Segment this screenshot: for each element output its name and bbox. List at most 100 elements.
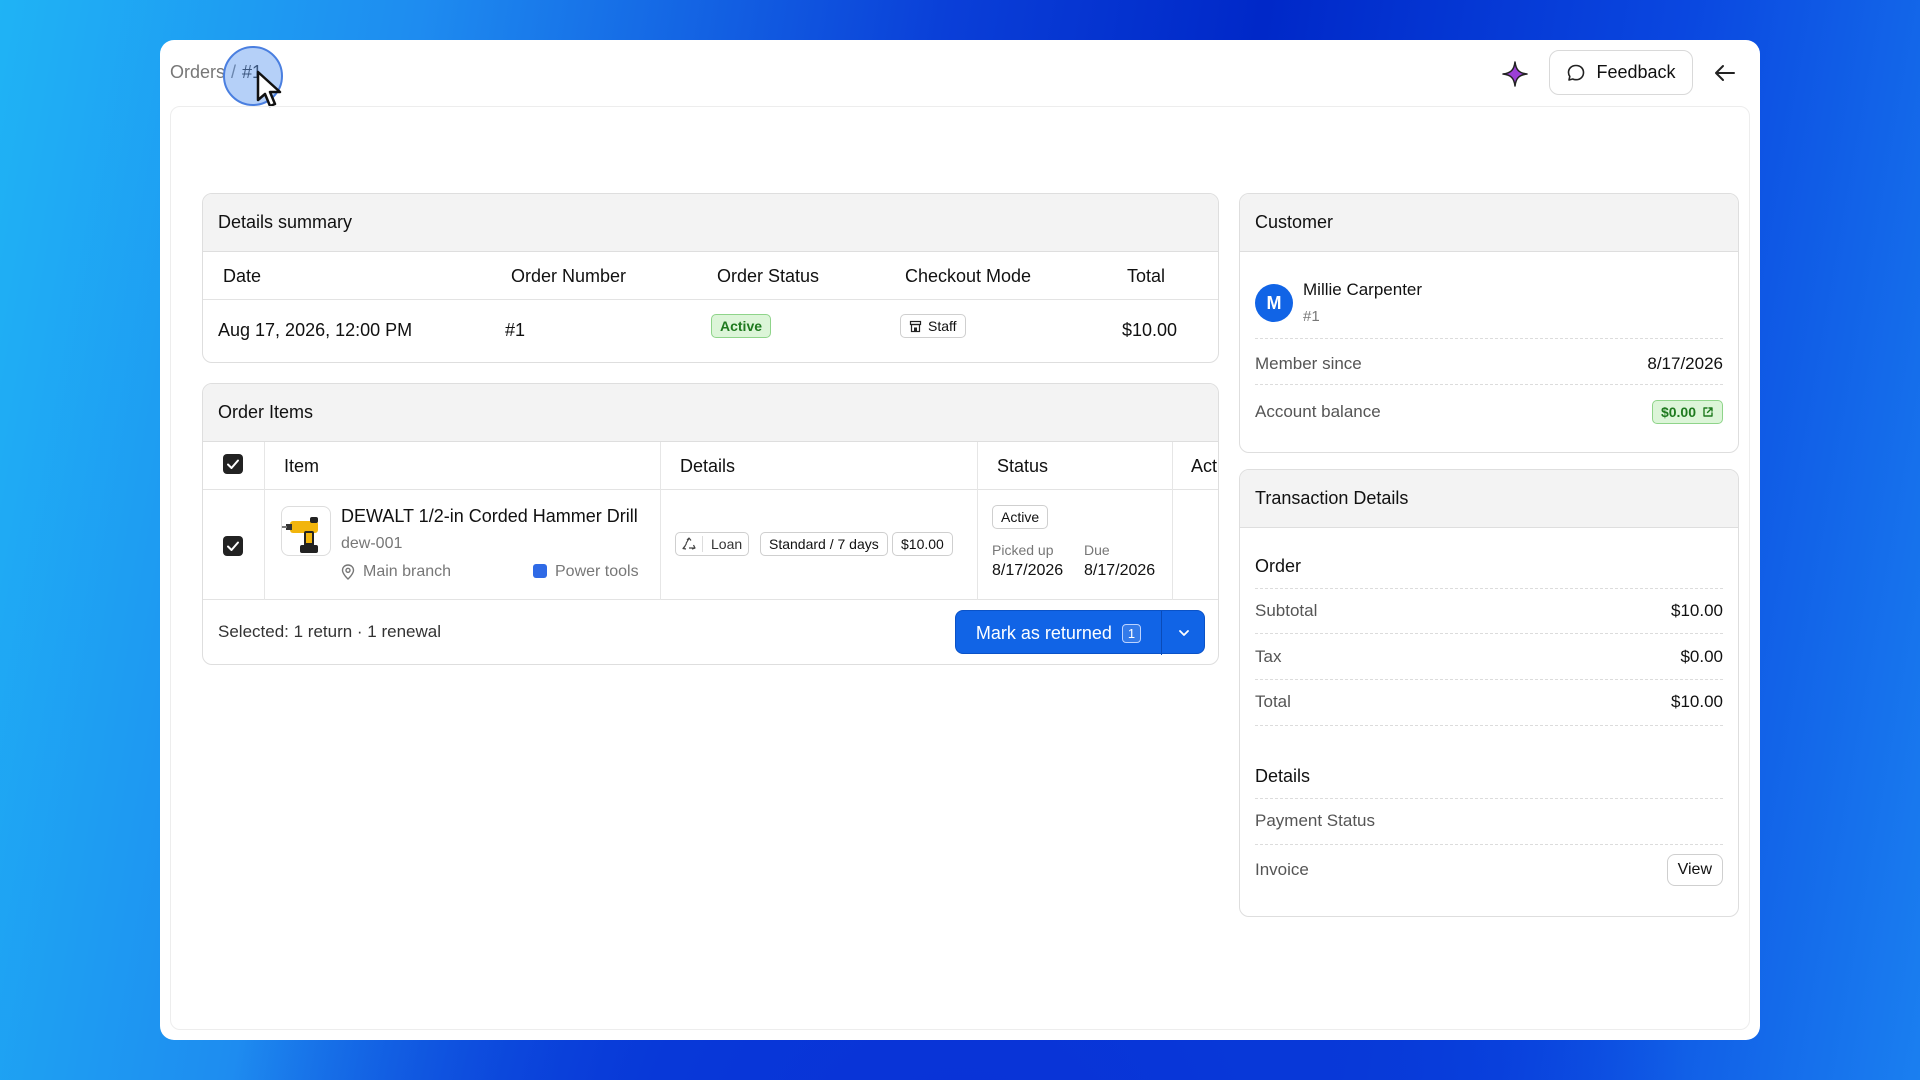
table-row: DEWALT 1/2-in Corded Hammer Drill dew-00… bbox=[203, 490, 1218, 600]
divider bbox=[1255, 633, 1723, 634]
account-balance-value: $0.00 bbox=[1660, 404, 1696, 420]
account-balance-badge[interactable]: $0.00 bbox=[1651, 400, 1723, 424]
order-status-badge: Active bbox=[711, 314, 772, 338]
mouse-pointer-icon bbox=[256, 70, 282, 108]
avatar: M bbox=[1255, 284, 1293, 322]
picked-up-label: Picked up bbox=[992, 542, 1054, 558]
order-items-card: Order Items Item Details Status Act DEWA… bbox=[202, 383, 1219, 665]
divider bbox=[1255, 725, 1723, 726]
col-date: Date bbox=[223, 266, 262, 286]
divider bbox=[1255, 798, 1723, 799]
column-divider bbox=[977, 490, 978, 600]
order-items-title: Order Items bbox=[203, 384, 1218, 442]
divider bbox=[1255, 588, 1723, 589]
customer-card: Customer M Millie Carpenter #1 Member si… bbox=[1239, 193, 1739, 453]
items-table-header: Item Details Status Act bbox=[203, 442, 1218, 490]
customer-title: Customer bbox=[1240, 194, 1738, 252]
column-divider bbox=[264, 490, 265, 600]
details-section-title: Details bbox=[1255, 766, 1311, 786]
column-divider bbox=[660, 490, 661, 600]
mark-as-returned-main[interactable]: Mark as returned 1 bbox=[956, 611, 1161, 655]
account-balance-row: Account balance $0.00 bbox=[1255, 398, 1723, 426]
column-divider bbox=[1172, 442, 1173, 490]
total-label: Total bbox=[1255, 692, 1291, 711]
customer-body: M Millie Carpenter #1 Member since 8/17/… bbox=[1240, 252, 1738, 452]
customer-name[interactable]: Millie Carpenter bbox=[1303, 280, 1422, 300]
column-divider bbox=[660, 442, 661, 490]
total-value: $10.00 bbox=[1671, 692, 1723, 711]
chat-bubble-icon bbox=[1568, 64, 1585, 81]
col-total: Total bbox=[1127, 266, 1166, 286]
col-item: Item bbox=[284, 456, 320, 476]
category-label: Power tools bbox=[555, 563, 639, 580]
customer-id: #1 bbox=[1303, 308, 1320, 325]
item-name[interactable]: DEWALT 1/2-in Corded Hammer Drill bbox=[341, 506, 638, 527]
account-balance-label: Account balance bbox=[1255, 402, 1381, 421]
col-checkout-mode: Checkout Mode bbox=[905, 266, 1032, 286]
summary-table-row: Aug 17, 2026, 12:00 PM #1 Active Staff $… bbox=[203, 300, 1218, 362]
app-window: Orders / #1 Feedback Details summary Dat… bbox=[160, 40, 1760, 1040]
col-status: Status bbox=[997, 456, 1049, 476]
arrow-left-icon[interactable] bbox=[1710, 58, 1740, 88]
details-summary-card: Details summary Date Order Number Order … bbox=[202, 193, 1219, 363]
order-total: $10.00 bbox=[1122, 320, 1178, 340]
top-bar: Orders / #1 Feedback bbox=[160, 40, 1760, 108]
external-link-icon bbox=[1703, 407, 1713, 417]
order-items-footer: Selected: 1 return · 1 renewal Mark as r… bbox=[203, 600, 1218, 664]
feedback-button[interactable]: Feedback bbox=[1549, 50, 1693, 95]
divider bbox=[1255, 384, 1723, 385]
loan-price-badge: $10.00 bbox=[892, 532, 953, 556]
category-color-swatch bbox=[533, 564, 547, 578]
member-since-label: Member since bbox=[1255, 354, 1362, 373]
item-category: Power tools bbox=[533, 563, 639, 581]
picked-up-date: 8/17/2026 bbox=[992, 562, 1064, 579]
mark-as-returned-label: Mark as returned bbox=[975, 622, 1112, 643]
sparkle-icon[interactable] bbox=[1500, 59, 1530, 89]
tax-row: Tax $0.00 bbox=[1255, 644, 1723, 670]
row-checkbox[interactable] bbox=[223, 536, 243, 556]
mark-as-returned-button[interactable]: Mark as returned 1 bbox=[955, 610, 1206, 655]
col-order-number: Order Number bbox=[511, 266, 627, 286]
loan-plan-badge: Standard / 7 days bbox=[760, 532, 888, 556]
recycle-icon bbox=[682, 537, 696, 550]
column-divider bbox=[977, 442, 978, 490]
breadcrumb-orders-link[interactable]: Orders bbox=[170, 62, 225, 83]
selection-count-badge: 1 bbox=[1121, 623, 1142, 643]
view-invoice-button[interactable]: View bbox=[1666, 854, 1723, 886]
checkout-mode-badge: Staff bbox=[900, 314, 966, 338]
col-order-status: Order Status bbox=[717, 266, 820, 286]
invoice-label: Invoice bbox=[1255, 860, 1309, 879]
select-all-checkbox[interactable] bbox=[223, 454, 243, 474]
member-since-value: 8/17/2026 bbox=[1647, 354, 1723, 373]
order-date: Aug 17, 2026, 12:00 PM bbox=[218, 320, 413, 340]
payment-status-row: Payment Status bbox=[1255, 808, 1723, 834]
location-label: Main branch bbox=[363, 563, 452, 580]
checkout-mode-label: Staff bbox=[928, 318, 957, 334]
chevron-down-icon bbox=[1179, 630, 1189, 636]
content-area: Details summary Date Order Number Order … bbox=[170, 106, 1750, 1030]
divider bbox=[1255, 679, 1723, 680]
more-actions-dropdown[interactable] bbox=[1162, 611, 1206, 655]
transaction-details-card: Transaction Details Order Subtotal $10.0… bbox=[1239, 469, 1739, 917]
check-icon bbox=[227, 541, 239, 551]
transaction-body: Order Subtotal $10.00 Tax $0.00 Total $1… bbox=[1240, 528, 1738, 916]
item-sku: dew-001 bbox=[341, 535, 403, 552]
order-section-title: Order bbox=[1255, 556, 1302, 576]
divider bbox=[1255, 844, 1723, 845]
product-thumbnail[interactable] bbox=[281, 506, 331, 556]
divider bbox=[1255, 338, 1723, 339]
summary-table-header: Date Order Number Order Status Checkout … bbox=[203, 252, 1218, 300]
item-location: Main branch bbox=[341, 563, 451, 581]
due-date: 8/17/2026 bbox=[1084, 562, 1156, 579]
total-row: Total $10.00 bbox=[1255, 689, 1723, 715]
item-status-badge: Active bbox=[992, 505, 1049, 529]
selection-summary: Selected: 1 return · 1 renewal bbox=[218, 622, 442, 641]
details-summary-title: Details summary bbox=[203, 194, 1218, 252]
loan-type-label: Loan bbox=[702, 536, 742, 552]
invoice-row: Invoice View bbox=[1255, 852, 1723, 888]
map-pin-icon bbox=[341, 564, 355, 580]
drill-image bbox=[282, 517, 318, 553]
tax-label: Tax bbox=[1255, 647, 1282, 666]
col-details: Details bbox=[680, 456, 736, 476]
order-number: #1 bbox=[505, 320, 526, 340]
